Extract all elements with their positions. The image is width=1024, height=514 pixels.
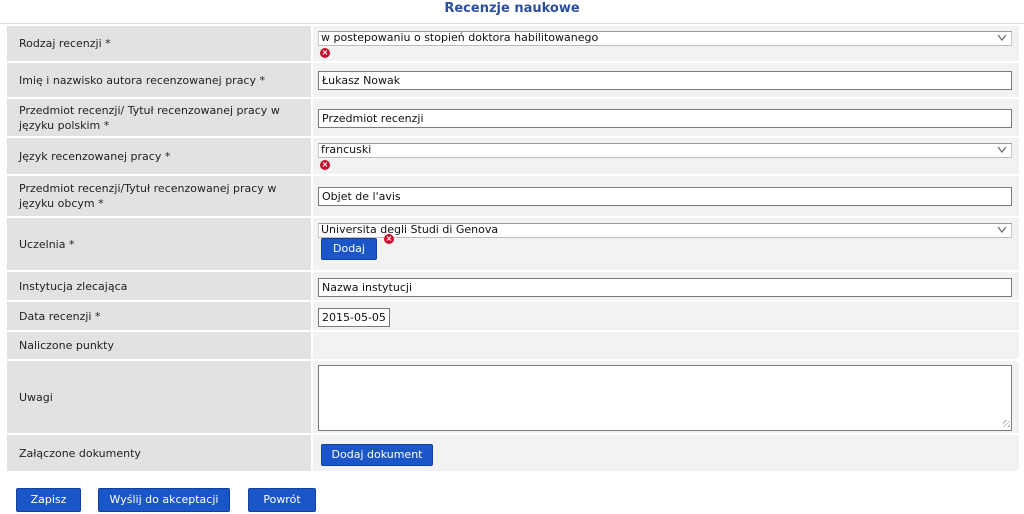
review-date-input[interactable] — [318, 308, 390, 327]
institution-label: Instytucja zlecająca — [7, 272, 311, 300]
chevron-down-icon — [997, 226, 1007, 233]
chevron-down-icon — [997, 34, 1007, 41]
review-type-select[interactable]: w postepowaniu o stopień doktora habilit… — [318, 31, 1012, 46]
title-divider — [0, 23, 1024, 24]
subject-foreign-label: Przedmiot recenzji/Tytuł recenzowanej pr… — [7, 176, 311, 216]
row-university: Uczelnia * Universita degli Studi di Gen… — [7, 218, 1019, 272]
row-documents: Załączone dokumenty Dodaj dokument — [7, 435, 1019, 473]
row-institution: Instytucja zlecająca — [7, 272, 1019, 302]
row-review-date: Data recenzji * — [7, 302, 1019, 332]
language-label: Język recenzowanej pracy * — [7, 138, 311, 174]
subject-pl-label: Przedmiot recenzji/ Tytuł recenzowanej p… — [7, 99, 311, 136]
save-button[interactable]: Zapisz — [16, 488, 81, 512]
row-subject-foreign: Przedmiot recenzji/Tytuł recenzowanej pr… — [7, 176, 1019, 218]
resize-grip-icon[interactable] — [1003, 420, 1010, 427]
row-subject-pl: Przedmiot recenzji/ Tytuł recenzowanej p… — [7, 99, 1019, 138]
institution-input[interactable] — [318, 278, 1012, 297]
review-type-value: w postepowaniu o stopień doktora habilit… — [321, 31, 599, 44]
notes-label: Uwagi — [7, 361, 311, 433]
language-value: francuski — [321, 143, 372, 156]
error-x-icon: × — [320, 160, 330, 170]
page-title: Recenzje naukowe — [444, 1, 580, 16]
add-university-button[interactable]: Dodaj — [321, 238, 377, 260]
documents-label: Załączone dokumenty — [7, 435, 311, 471]
action-bar: Zapisz Wyślij do akceptacji Powrót — [0, 488, 1024, 514]
language-select[interactable]: francuski — [318, 143, 1012, 158]
author-input[interactable] — [318, 71, 1012, 90]
back-button[interactable]: Powrót — [248, 488, 316, 512]
university-value: Universita degli Studi di Genova — [321, 223, 499, 236]
subject-foreign-input[interactable] — [318, 187, 1012, 206]
author-label: Imię i nazwisko autora recenzowanej prac… — [7, 63, 311, 97]
add-document-button[interactable]: Dodaj dokument — [321, 444, 433, 466]
row-language: Język recenzowanej pracy * francuski × — [7, 138, 1019, 176]
notes-textarea[interactable] — [318, 365, 1012, 431]
row-points: Naliczone punkty — [7, 332, 1019, 361]
chevron-down-icon — [997, 146, 1007, 153]
points-label: Naliczone punkty — [7, 332, 311, 359]
error-x-icon: × — [384, 234, 394, 244]
review-type-label: Rodzaj recenzji * — [7, 26, 311, 61]
university-select[interactable]: Universita degli Studi di Genova — [318, 223, 1012, 238]
subject-pl-input[interactable] — [318, 109, 1012, 128]
error-x-icon: × — [320, 48, 330, 58]
submit-for-approval-button[interactable]: Wyślij do akceptacji — [98, 488, 230, 512]
row-notes: Uwagi — [7, 361, 1019, 435]
review-form: Rodzaj recenzji * w postepowaniu o stopi… — [7, 26, 1019, 473]
row-review-type: Rodzaj recenzji * w postepowaniu o stopi… — [7, 26, 1019, 63]
university-label: Uczelnia * — [7, 218, 311, 270]
row-author: Imię i nazwisko autora recenzowanej prac… — [7, 63, 1019, 99]
review-date-label: Data recenzji * — [7, 302, 311, 330]
